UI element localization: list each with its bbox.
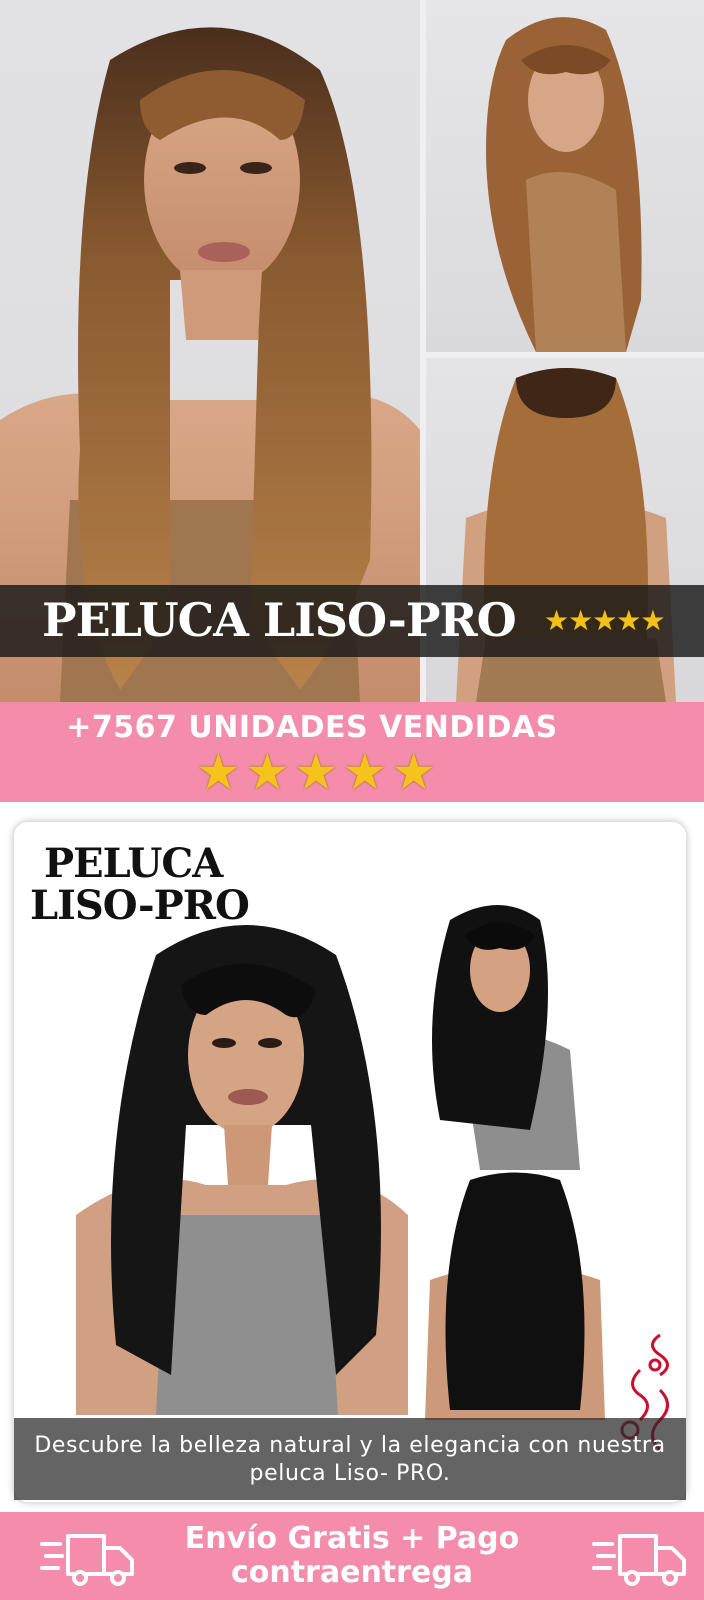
model-photo-side-caramel [426, 0, 704, 352]
image-divider-horizontal [426, 352, 704, 358]
model-photo-side-black [420, 900, 604, 1170]
sold-rating-stars: ★★★★★ [196, 743, 441, 801]
product-title: PELUCA LISO-PRO [42, 593, 517, 647]
sold-units-text: +7567 UNIDADES VENDIDAS [66, 710, 558, 745]
model-photo-front-black [76, 915, 408, 1415]
card-title-line1: PELUCA [44, 840, 223, 887]
product-caption: Descubre la belleza natural y la eleganc… [34, 1433, 666, 1486]
rating-stars: ★★★★★ [544, 604, 666, 637]
delivery-truck-icon [592, 1530, 688, 1586]
model-photo-back-black [420, 1170, 610, 1420]
shipping-text: Envío Gratis + Pago contraentrega [184, 1521, 520, 1590]
delivery-truck-icon [40, 1530, 136, 1586]
